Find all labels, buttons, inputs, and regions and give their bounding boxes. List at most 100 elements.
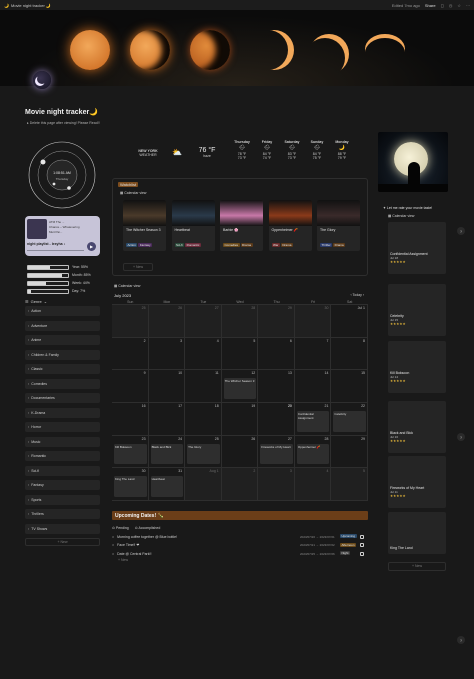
genre-item[interactable]: ▫ Music xyxy=(25,436,100,447)
calendar-day[interactable]: 20 xyxy=(258,403,295,436)
calendar-day[interactable]: 3 xyxy=(148,337,186,371)
help-icon[interactable]: ? xyxy=(457,227,465,235)
genre-item[interactable]: ▫ Comedies xyxy=(25,378,100,389)
calendar-day[interactable]: 27 xyxy=(185,305,222,338)
genre-item[interactable]: ▫ Sports xyxy=(25,494,100,505)
genre-item[interactable]: ▫ Documentaries xyxy=(25,393,100,403)
track-name-2[interactable]: Muit Pai... xyxy=(49,230,80,235)
review-card[interactable]: Celebrity Jul 15 ★★★★★ xyxy=(388,284,446,336)
calendar-day[interactable]: 15 xyxy=(331,370,368,403)
calendar-day[interactable]: 19 xyxy=(221,403,259,436)
review-card[interactable]: Confidential Assignment Jul 18 ★★★★★ xyxy=(388,222,446,274)
today-button[interactable]: ‹ Today › xyxy=(350,293,364,297)
calendar-event[interactable]: Heartbeat xyxy=(150,476,184,497)
checkbox[interactable] xyxy=(360,543,364,548)
calendar-day[interactable]: Aug 1 xyxy=(185,468,222,501)
star-icon[interactable]: ☆ xyxy=(457,3,461,8)
calendar-day[interactable]: 16 xyxy=(112,403,149,436)
breadcrumb-title[interactable]: Movie night tracker 🌙 xyxy=(11,3,51,8)
genre-item[interactable]: ▫ K-Drama xyxy=(25,407,100,418)
movie-card[interactable]: Barbie 🌸ComediesDramawatching xyxy=(220,200,263,251)
calendar-day[interactable]: Jul 1 xyxy=(331,305,368,338)
calendar-event[interactable]: Kill Boksoon xyxy=(114,443,147,465)
tab-calendar[interactable]: ▦ Calendar view xyxy=(114,284,140,288)
genre-item[interactable]: ▫ Children & Family xyxy=(25,349,100,360)
comment-icon[interactable]: ◻ xyxy=(441,3,444,8)
calendar-day[interactable]: 4 xyxy=(185,337,222,371)
calendar-day[interactable]: 25 xyxy=(112,305,149,338)
calendar-day[interactable]: 30 xyxy=(294,305,332,338)
share-button[interactable]: Share xyxy=(425,3,436,8)
genre-item[interactable]: ▫ Adventure xyxy=(25,320,100,331)
review-card[interactable]: Black and Blck Jul 16 ★★★★★ xyxy=(388,401,446,453)
movie-card[interactable]: The Witcher Season 3ActionFantasywatchin… xyxy=(123,200,166,251)
calendar-day[interactable]: 29 xyxy=(331,435,368,469)
calendar-day[interactable]: 4 xyxy=(294,468,332,501)
calendar-day[interactable]: 9 xyxy=(112,370,149,403)
calendar-day[interactable]: 3 xyxy=(258,468,295,501)
review-card[interactable]: King The Land xyxy=(388,512,446,554)
calendar-event[interactable]: Oppenheimer 🧨 xyxy=(296,443,330,465)
calendar-event[interactable]: The Glory xyxy=(187,443,220,465)
checkbox[interactable] xyxy=(360,534,364,539)
genre-item[interactable]: ▫ Fantasy xyxy=(25,480,100,490)
play-button[interactable]: ▶ xyxy=(87,242,96,251)
calendar-day[interactable]: 26 xyxy=(148,305,186,338)
progress-track[interactable] xyxy=(27,250,84,251)
genre-header[interactable]: ☰ Genre ⌄ xyxy=(25,297,100,306)
genre-item[interactable]: ▫ Anime xyxy=(25,335,100,345)
more-icon[interactable]: ··· xyxy=(466,3,470,8)
movie-card[interactable]: HeartbeatSci-fiRomanticdone xyxy=(171,200,215,251)
help-icon[interactable]: ? xyxy=(457,433,465,441)
calendar-day[interactable]: 5 xyxy=(221,337,259,371)
genre-item[interactable]: ▫ Classic xyxy=(25,364,100,374)
calendar-day[interactable]: 7 xyxy=(294,337,332,371)
new-date-button[interactable]: + New xyxy=(112,558,368,562)
review-card[interactable]: Kill Boksoon Jul 14 ★★★★★ xyxy=(388,341,446,393)
movie-card[interactable]: The GloryThrillerDramadone xyxy=(317,200,360,251)
music-player[interactable]: ATM The ... Chance – Whatevering Muit Pa… xyxy=(25,216,100,256)
upcoming-date-row[interactable]: ○ Date @ Central Park!! 2023/07/25 → 2023/… xyxy=(112,550,368,559)
calendar-event[interactable]: Fireworks of My Heart xyxy=(260,443,293,465)
calendar-event[interactable]: Confidential Assignment xyxy=(296,411,330,432)
calendar-day[interactable]: 2 xyxy=(112,337,149,371)
calendar-day[interactable]: 5 xyxy=(331,468,368,501)
calendar-event[interactable]: Celebrity xyxy=(333,411,366,432)
tab-accomplished[interactable]: ⊙ Accomplished xyxy=(135,526,161,530)
review-card[interactable]: Fireworks of My Heart Jul 11 ★★★★★ xyxy=(388,456,446,508)
new-review-button[interactable]: + New xyxy=(388,562,446,571)
calendar-event[interactable]: Black and Blck xyxy=(150,443,184,465)
checkbox[interactable] xyxy=(360,551,364,556)
calendar-day[interactable]: 2 xyxy=(221,468,259,501)
upcoming-date-row[interactable]: ○ Face Time!! ❤ 2023/07/21 → 2023/07/22 Aft… xyxy=(112,541,368,550)
calendar-day[interactable]: 11 xyxy=(185,370,222,403)
calendar-day[interactable]: 26 xyxy=(221,435,259,469)
calendar-event[interactable]: King The Land xyxy=(114,476,147,497)
tab-pending[interactable]: ⊙ Pending xyxy=(112,526,129,530)
upcoming-date-row[interactable]: ○ Morning coffee together @ Blue bottle! 2… xyxy=(112,533,368,542)
calendar-day[interactable]: 10 xyxy=(148,370,186,403)
clock-icon[interactable]: ◷ xyxy=(449,3,453,8)
calendar-day[interactable]: 17 xyxy=(148,403,186,436)
movie-card[interactable]: Oppenheimer 🧨WarDramadone xyxy=(268,200,312,251)
new-genre-button[interactable]: + New xyxy=(25,538,100,546)
genre-item[interactable]: ▫ Action xyxy=(25,306,100,316)
calendar-day[interactable]: 13 xyxy=(258,370,295,403)
tab-reviews-calendar[interactable]: ▦ Calendar view xyxy=(388,214,414,218)
calendar-event[interactable]: The Witcher Season 3 xyxy=(223,378,257,399)
watchlist-title[interactable]: Watchlist xyxy=(118,182,139,187)
page-icon[interactable] xyxy=(33,71,51,89)
tab-calendar-view[interactable]: ▦ Calendar view xyxy=(120,191,146,195)
calendar-day[interactable]: 8 xyxy=(331,337,368,371)
calendar-day[interactable]: 28 xyxy=(221,305,259,338)
calendar-day[interactable]: 14 xyxy=(294,370,332,403)
calendar-day[interactable]: 29 xyxy=(258,305,295,338)
calendar-day[interactable]: 18 xyxy=(185,403,222,436)
genre-item[interactable]: ▫ Thrillers xyxy=(25,509,100,519)
genre-item[interactable]: ▫ TV Shows xyxy=(25,523,100,534)
genre-item[interactable]: ▫ Sci-fi xyxy=(25,465,100,476)
genre-item[interactable]: ▫ Romantic xyxy=(25,451,100,461)
new-watchlist-button[interactable]: + New xyxy=(123,263,153,271)
help-icon[interactable]: ? xyxy=(457,636,465,644)
genre-item[interactable]: ▫ Horror xyxy=(25,422,100,432)
